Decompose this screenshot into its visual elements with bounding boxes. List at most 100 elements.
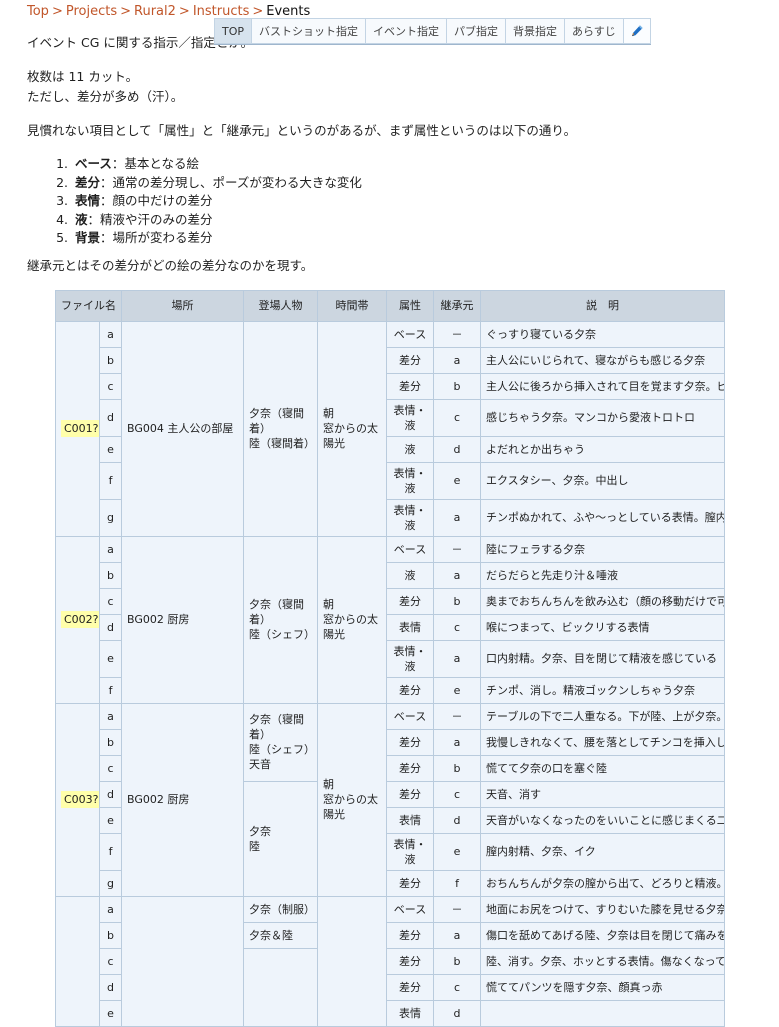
cell-filename[interactable]: C001? [55, 320, 100, 537]
cell-source: e [433, 832, 481, 871]
timezone-line: 朝 [323, 598, 334, 611]
cell-description: エクスタシー、夕奈。中出し [480, 461, 725, 500]
attribute-desc: ：通常の差分現し、ポーズが変わる大きな変化 [100, 174, 362, 190]
cell-description: チンポ、消し。精液ゴックンしちゃう夕奈 [480, 676, 725, 704]
cell-place: BG004 主人公の部屋 [121, 320, 244, 537]
list-item: 差分：通常の差分現し、ポーズが変わる大きな変化 [72, 174, 759, 193]
tab-pub-shitei[interactable]: パブ指定 [446, 18, 506, 44]
tab-top[interactable]: TOP [214, 18, 252, 44]
cell-source: b [433, 587, 481, 615]
cell-source: e [433, 461, 481, 500]
cell-index: d [99, 613, 122, 641]
cell-index: g [99, 498, 122, 537]
cell-attribute: ベース [386, 702, 434, 730]
cell-source: b [433, 372, 481, 400]
tab-arasuji[interactable]: あらすじ [564, 18, 623, 44]
cell-index: a [99, 895, 122, 923]
timezone-line: 窓からの太陽光 [323, 613, 378, 641]
header-filename: ファイル名 [55, 289, 122, 322]
character-line: 陸（シェフ） [249, 743, 315, 756]
breadcrumb-link-rural2[interactable]: Rural2 [134, 4, 176, 19]
tab-event-shitei[interactable]: イベント指定 [365, 18, 447, 44]
breadcrumb-link-projects[interactable]: Projects [66, 4, 117, 19]
cell-attribute: 差分 [386, 728, 434, 756]
breadcrumb-link-instructs[interactable]: Instructs [193, 4, 250, 19]
breadcrumb-link-top[interactable]: Top [27, 4, 49, 19]
cell-characters: 夕奈陸 [243, 780, 318, 897]
cell-index: b [99, 346, 122, 374]
breadcrumb-separator: > [178, 4, 190, 19]
cell-place [121, 895, 244, 1027]
cell-description: 天音、消す [480, 780, 725, 808]
attribute-list: ベース：基本となる絵 差分：通常の差分現し、ポーズが変わる大きな変化 表情：顔の… [27, 155, 759, 248]
cell-source: d [433, 435, 481, 463]
cell-attribute: 表情・液 [386, 461, 434, 500]
cell-source: a [433, 498, 481, 537]
cell-source: c [433, 398, 481, 437]
character-line: 夕奈（制服） [249, 902, 315, 916]
list-item: ベース：基本となる絵 [72, 155, 759, 174]
cell-index: c [99, 947, 122, 975]
count-line-1: 枚数は 11 カット。 [27, 69, 139, 84]
cell-characters [243, 947, 318, 1027]
cell-description: 奥までおちんちんを飲み込む（顔の移動だけで可？ [480, 587, 725, 615]
breadcrumb: Top > Projects > Rural2 > Instructs > Events [0, 0, 779, 20]
attribute-desc: ：基本となる絵 [111, 156, 200, 171]
tab-bustshot-shitei[interactable]: バストショット指定 [251, 18, 366, 44]
header-timezone: 時間帯 [317, 289, 387, 322]
cell-timezone [317, 895, 387, 1027]
timezone-line: 窓からの太陽光 [323, 422, 378, 450]
cell-attribute: 差分 [386, 676, 434, 704]
cell-attribute: 差分 [386, 346, 434, 374]
page-root: Top > Projects > Rural2 > Instructs > Events TOP… [0, 0, 779, 1027]
count-line-2: ただし、差分が多め（汗）。 [27, 89, 184, 104]
filename-badge: C003? [61, 791, 99, 808]
table-header-row: ファイル名 場所 登場人物 時間帯 属性 継承元 説 明 [55, 289, 725, 322]
cell-description: テーブルの下で二人重なる。下が陸、上が夕奈。向こうに天音の足 [480, 702, 725, 730]
cell-attribute: 液 [386, 435, 434, 463]
tab-bar: TOP バストショット指定 イベント指定 パブ指定 背景指定 あらすじ [214, 18, 651, 45]
cell-filename[interactable] [55, 895, 100, 1027]
cell-source: c [433, 780, 481, 808]
character-line: 陸（シェフ） [249, 628, 315, 641]
cell-index: e [99, 639, 122, 678]
source-note-paragraph: 継承元とはその差分がどの絵の差分なのかを現す。 [27, 256, 759, 276]
attribute-desc: ：場所が変わる差分 [100, 230, 213, 245]
cell-source: e [433, 676, 481, 704]
tab-background-shitei[interactable]: 背景指定 [505, 18, 565, 44]
header-description: 説 明 [480, 289, 725, 322]
cell-description: よだれとか出ちゃう [480, 435, 725, 463]
header-attribute: 属性 [386, 289, 434, 322]
cell-index: a [99, 702, 122, 730]
cell-source: c [433, 973, 481, 1001]
header-place: 場所 [121, 289, 244, 322]
cell-filename[interactable]: C003? [55, 702, 100, 897]
cell-source: b [433, 947, 481, 975]
cell-index: d [99, 973, 122, 1001]
cell-timezone: 朝窓からの太陽光 [317, 535, 387, 704]
cell-index: g [99, 869, 122, 897]
cell-place: BG002 厨房 [121, 702, 244, 897]
cell-description: 陸、消す。夕奈、ホッとする表情。傷なくなっている [480, 947, 725, 975]
tab-edit[interactable] [622, 18, 651, 44]
cell-index: b [99, 728, 122, 756]
cell-description: 陸にフェラする夕奈 [480, 535, 725, 563]
attribute-term: 差分 [75, 174, 101, 190]
cell-description: だらだらと先走り汁＆唾液 [480, 561, 725, 589]
filename-badge: C002? [61, 611, 99, 628]
cell-characters: 夕奈（寝間着） 陸（シェフ） [243, 535, 318, 704]
cell-filename[interactable]: C002? [55, 535, 100, 704]
cell-attribute: 表情・液 [386, 398, 434, 437]
cell-description: 慌てて夕奈の口を塞ぐ陸 [480, 754, 725, 782]
cell-index: f [99, 676, 122, 704]
character-line: 夕奈 [249, 824, 271, 838]
cell-index: d [99, 398, 122, 437]
cell-description: 地面にお尻をつけて、すりむいた膝を見せる夕奈。パンツ丸見え [480, 895, 725, 923]
cell-attribute: 表情・液 [386, 639, 434, 678]
attribute-term: 表情 [75, 193, 101, 208]
cell-source: b [433, 754, 481, 782]
breadcrumb-separator: > [252, 4, 264, 19]
cell-source: f [433, 869, 481, 897]
cell-attribute: 液 [386, 561, 434, 589]
